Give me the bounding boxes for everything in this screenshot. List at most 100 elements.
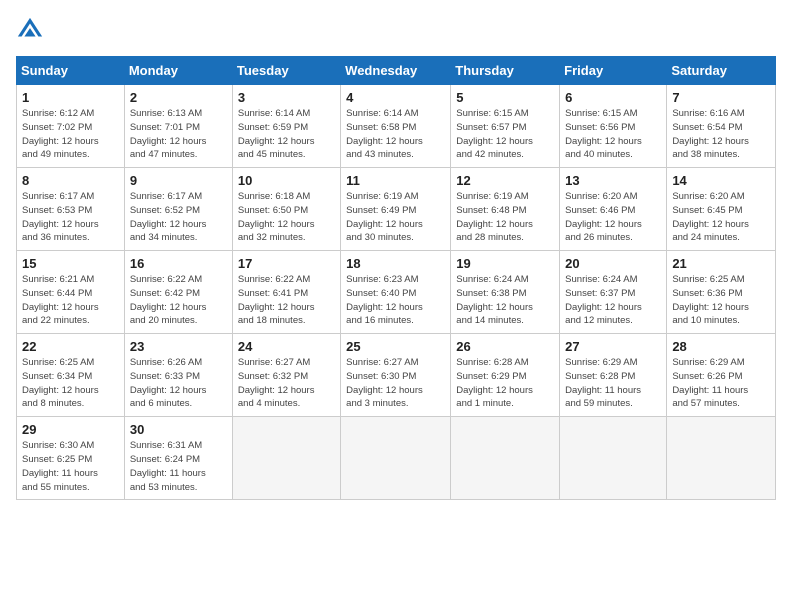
- day-info: Sunrise: 6:25 AMSunset: 6:34 PMDaylight:…: [22, 356, 119, 411]
- calendar-day-cell: 29 Sunrise: 6:30 AMSunset: 6:25 PMDayligh…: [17, 417, 125, 500]
- day-number: 12: [456, 173, 554, 188]
- day-number: 22: [22, 339, 119, 354]
- day-number: 4: [346, 90, 445, 105]
- calendar-header-row: Sunday Monday Tuesday Wednesday Thursday…: [17, 57, 776, 85]
- day-info: Sunrise: 6:28 AMSunset: 6:29 PMDaylight:…: [456, 356, 554, 411]
- calendar-day-cell: 30 Sunrise: 6:31 AMSunset: 6:24 PMDayligh…: [124, 417, 232, 500]
- calendar-day-cell: 2Sunrise: 6:13 AMSunset: 7:01 PMDaylight…: [124, 85, 232, 168]
- day-number: 5: [456, 90, 554, 105]
- calendar-day-cell: 6 Sunrise: 6:15 AMSunset: 6:56 PMDaylight…: [560, 85, 667, 168]
- day-number: 8: [22, 173, 119, 188]
- calendar-day-cell: 14Sunrise: 6:20 AMSunset: 6:45 PMDayligh…: [667, 168, 776, 251]
- calendar-day-cell: 27 Sunrise: 6:29 AMSunset: 6:28 PMDayligh…: [560, 334, 667, 417]
- calendar-day-cell: 13 Sunrise: 6:20 AMSunset: 6:46 PMDayligh…: [560, 168, 667, 251]
- calendar-day-cell: 7 Sunrise: 6:16 AMSunset: 6:54 PMDaylight…: [667, 85, 776, 168]
- day-info: Sunrise: 6:18 AMSunset: 6:50 PMDaylight:…: [238, 190, 335, 245]
- col-monday: Monday: [124, 57, 232, 85]
- calendar-week-row: 15Sunrise: 6:21 AMSunset: 6:44 PMDayligh…: [17, 251, 776, 334]
- day-number: 17: [238, 256, 335, 271]
- calendar-week-row: 22 Sunrise: 6:25 AMSunset: 6:34 PMDayligh…: [17, 334, 776, 417]
- calendar-day-cell: [232, 417, 340, 500]
- logo: [16, 16, 48, 44]
- day-info: Sunrise: 6:23 AMSunset: 6:40 PMDaylight:…: [346, 273, 445, 328]
- day-info: Sunrise: 6:14 AMSunset: 6:59 PMDaylight:…: [238, 107, 335, 162]
- calendar-day-cell: [451, 417, 560, 500]
- calendar-day-cell: 20Sunrise: 6:24 AMSunset: 6:37 PMDayligh…: [560, 251, 667, 334]
- day-number: 27: [565, 339, 661, 354]
- day-info: Sunrise: 6:19 AMSunset: 6:49 PMDaylight:…: [346, 190, 445, 245]
- day-info: Sunrise: 6:26 AMSunset: 6:33 PMDaylight:…: [130, 356, 227, 411]
- day-number: 21: [672, 256, 770, 271]
- col-thursday: Thursday: [451, 57, 560, 85]
- calendar-day-cell: 24Sunrise: 6:27 AMSunset: 6:32 PMDayligh…: [232, 334, 340, 417]
- calendar-week-row: 1 Sunrise: 6:12 AMSunset: 7:02 PMDaylight…: [17, 85, 776, 168]
- day-number: 3: [238, 90, 335, 105]
- day-number: 15: [22, 256, 119, 271]
- calendar-day-cell: 17 Sunrise: 6:22 AMSunset: 6:41 PMDayligh…: [232, 251, 340, 334]
- day-info: Sunrise: 6:20 AMSunset: 6:45 PMDaylight:…: [672, 190, 770, 245]
- col-friday: Friday: [560, 57, 667, 85]
- col-tuesday: Tuesday: [232, 57, 340, 85]
- calendar-day-cell: [560, 417, 667, 500]
- day-number: 16: [130, 256, 227, 271]
- day-number: 13: [565, 173, 661, 188]
- logo-icon: [16, 16, 44, 44]
- col-saturday: Saturday: [667, 57, 776, 85]
- day-number: 19: [456, 256, 554, 271]
- calendar-day-cell: 25 Sunrise: 6:27 AMSunset: 6:30 PMDayligh…: [341, 334, 451, 417]
- day-number: 25: [346, 339, 445, 354]
- day-number: 30: [130, 422, 227, 437]
- day-info: Sunrise: 6:30 AMSunset: 6:25 PMDaylight:…: [22, 439, 119, 494]
- calendar-day-cell: [341, 417, 451, 500]
- day-number: 29: [22, 422, 119, 437]
- calendar-day-cell: 19 Sunrise: 6:24 AMSunset: 6:38 PMDayligh…: [451, 251, 560, 334]
- day-info: Sunrise: 6:25 AMSunset: 6:36 PMDaylight:…: [672, 273, 770, 328]
- day-number: 28: [672, 339, 770, 354]
- day-info: Sunrise: 6:14 AMSunset: 6:58 PMDaylight:…: [346, 107, 445, 162]
- day-info: Sunrise: 6:31 AMSunset: 6:24 PMDaylight:…: [130, 439, 227, 494]
- calendar-day-cell: 23 Sunrise: 6:26 AMSunset: 6:33 PMDayligh…: [124, 334, 232, 417]
- calendar-day-cell: 22 Sunrise: 6:25 AMSunset: 6:34 PMDayligh…: [17, 334, 125, 417]
- calendar-week-row: 29 Sunrise: 6:30 AMSunset: 6:25 PMDayligh…: [17, 417, 776, 500]
- col-sunday: Sunday: [17, 57, 125, 85]
- day-info: Sunrise: 6:20 AMSunset: 6:46 PMDaylight:…: [565, 190, 661, 245]
- day-number: 2: [130, 90, 227, 105]
- day-info: Sunrise: 6:22 AMSunset: 6:42 PMDaylight:…: [130, 273, 227, 328]
- day-number: 18: [346, 256, 445, 271]
- calendar-day-cell: 8 Sunrise: 6:17 AMSunset: 6:53 PMDaylight…: [17, 168, 125, 251]
- day-info: Sunrise: 6:22 AMSunset: 6:41 PMDaylight:…: [238, 273, 335, 328]
- day-info: Sunrise: 6:27 AMSunset: 6:30 PMDaylight:…: [346, 356, 445, 411]
- day-info: Sunrise: 6:15 AMSunset: 6:56 PMDaylight:…: [565, 107, 661, 162]
- calendar-day-cell: 1 Sunrise: 6:12 AMSunset: 7:02 PMDaylight…: [17, 85, 125, 168]
- day-info: Sunrise: 6:15 AMSunset: 6:57 PMDaylight:…: [456, 107, 554, 162]
- calendar-day-cell: 5 Sunrise: 6:15 AMSunset: 6:57 PMDaylight…: [451, 85, 560, 168]
- day-info: Sunrise: 6:24 AMSunset: 6:38 PMDaylight:…: [456, 273, 554, 328]
- day-number: 26: [456, 339, 554, 354]
- calendar-day-cell: 9Sunrise: 6:17 AMSunset: 6:52 PMDaylight…: [124, 168, 232, 251]
- day-info: Sunrise: 6:29 AMSunset: 6:28 PMDaylight:…: [565, 356, 661, 411]
- day-number: 7: [672, 90, 770, 105]
- day-number: 10: [238, 173, 335, 188]
- day-info: Sunrise: 6:29 AMSunset: 6:26 PMDaylight:…: [672, 356, 770, 411]
- day-number: 1: [22, 90, 119, 105]
- day-info: Sunrise: 6:16 AMSunset: 6:54 PMDaylight:…: [672, 107, 770, 162]
- calendar-day-cell: 26 Sunrise: 6:28 AMSunset: 6:29 PMDayligh…: [451, 334, 560, 417]
- calendar-day-cell: 3 Sunrise: 6:14 AMSunset: 6:59 PMDaylight…: [232, 85, 340, 168]
- day-number: 20: [565, 256, 661, 271]
- day-info: Sunrise: 6:17 AMSunset: 6:53 PMDaylight:…: [22, 190, 119, 245]
- calendar-day-cell: 12 Sunrise: 6:19 AMSunset: 6:48 PMDayligh…: [451, 168, 560, 251]
- col-wednesday: Wednesday: [341, 57, 451, 85]
- calendar-day-cell: 16 Sunrise: 6:22 AMSunset: 6:42 PMDayligh…: [124, 251, 232, 334]
- calendar-day-cell: 15Sunrise: 6:21 AMSunset: 6:44 PMDayligh…: [17, 251, 125, 334]
- day-number: 11: [346, 173, 445, 188]
- calendar-week-row: 8 Sunrise: 6:17 AMSunset: 6:53 PMDaylight…: [17, 168, 776, 251]
- calendar-day-cell: [667, 417, 776, 500]
- day-number: 9: [130, 173, 227, 188]
- day-info: Sunrise: 6:12 AMSunset: 7:02 PMDaylight:…: [22, 107, 119, 162]
- day-info: Sunrise: 6:19 AMSunset: 6:48 PMDaylight:…: [456, 190, 554, 245]
- day-number: 23: [130, 339, 227, 354]
- day-number: 6: [565, 90, 661, 105]
- calendar-day-cell: 4 Sunrise: 6:14 AMSunset: 6:58 PMDaylight…: [341, 85, 451, 168]
- calendar-day-cell: 10 Sunrise: 6:18 AMSunset: 6:50 PMDayligh…: [232, 168, 340, 251]
- calendar-day-cell: 11 Sunrise: 6:19 AMSunset: 6:49 PMDayligh…: [341, 168, 451, 251]
